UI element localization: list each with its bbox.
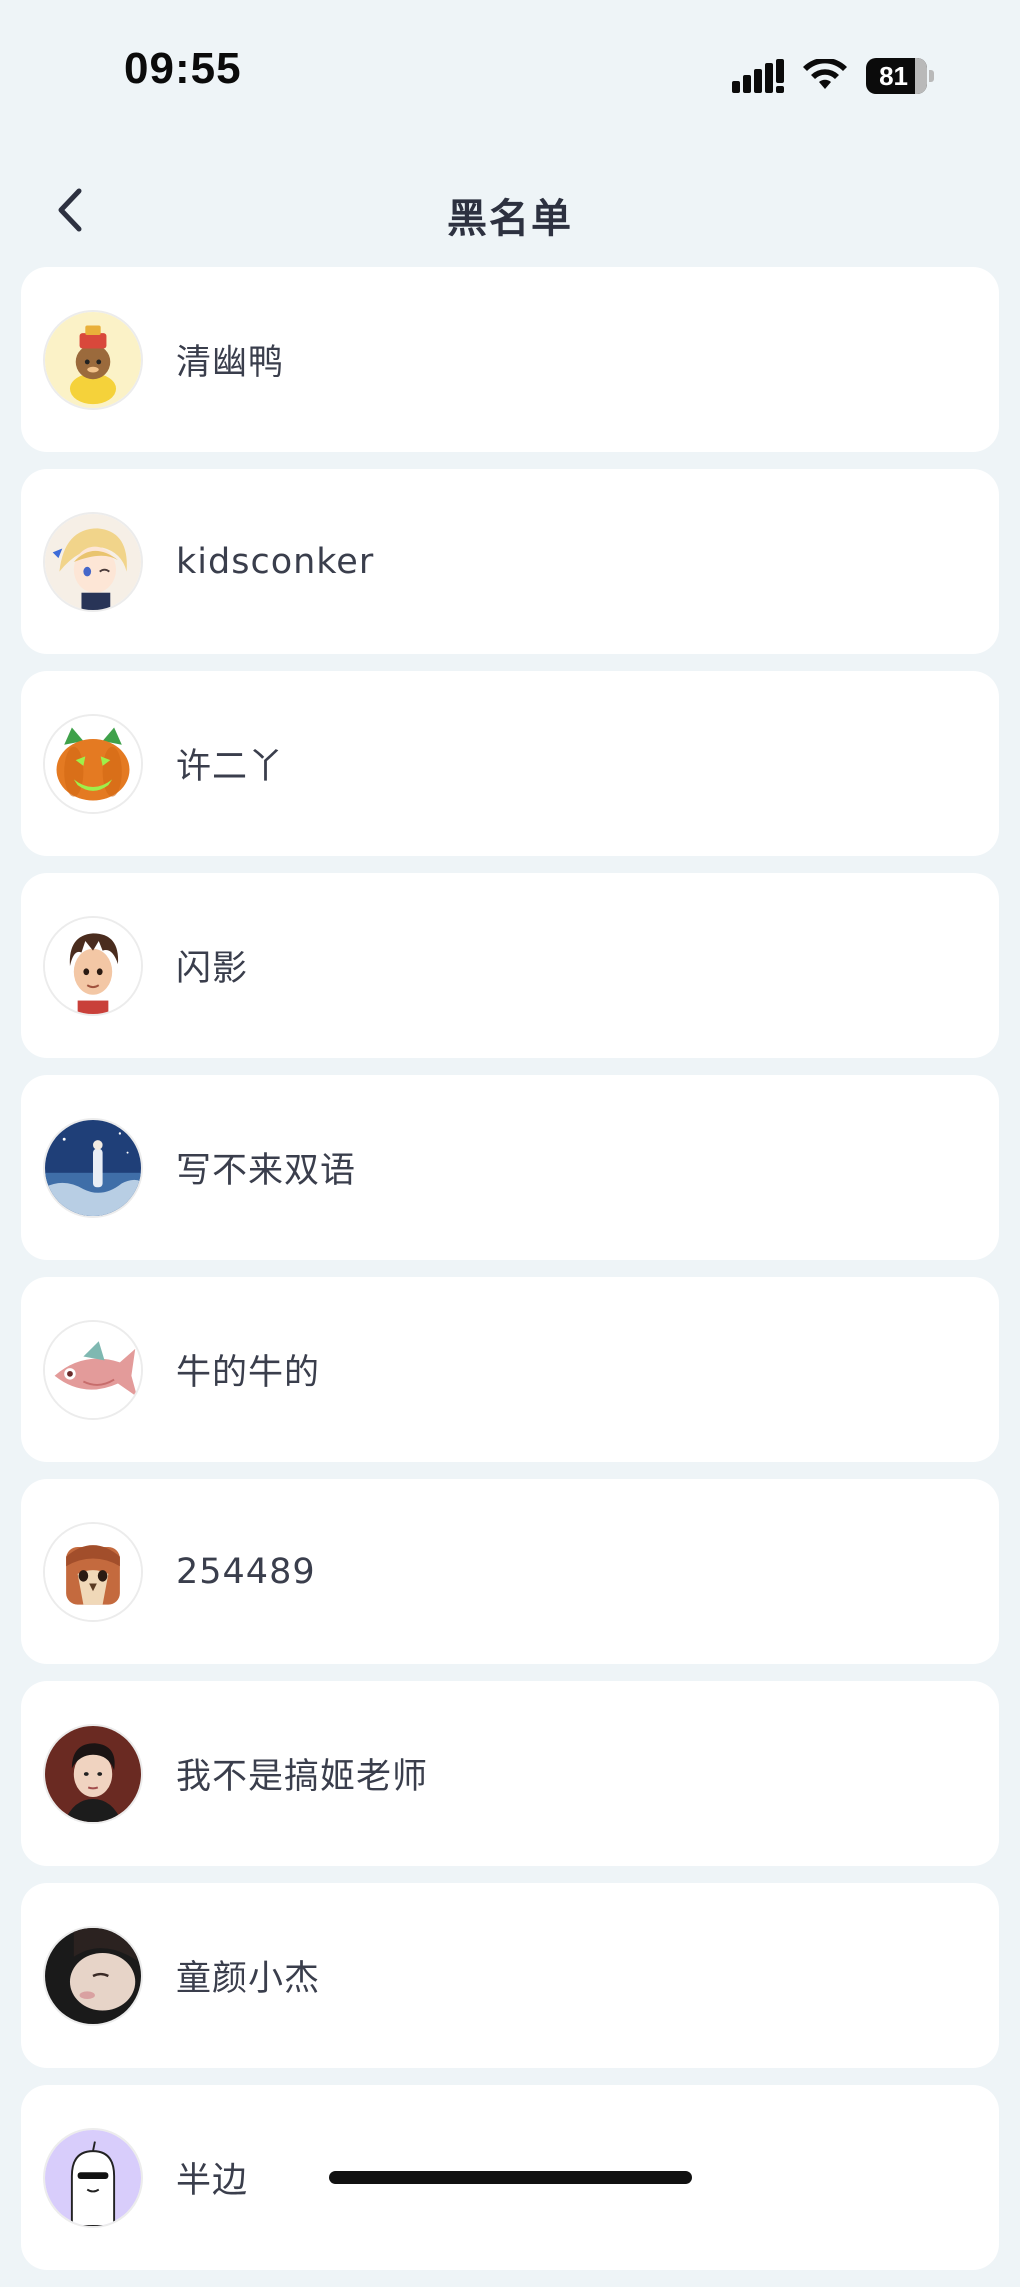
list-item[interactable]: 我不是搞姬老师 bbox=[21, 1681, 999, 1866]
user-name: 童颜小杰 bbox=[176, 1959, 321, 1999]
list-item[interactable]: 254489 bbox=[21, 1479, 999, 1664]
list-item[interactable]: kidsconker bbox=[21, 469, 999, 654]
user-name: 半边 bbox=[176, 2161, 249, 2201]
avatar bbox=[43, 713, 143, 814]
avatar bbox=[43, 1117, 143, 1218]
avatar bbox=[43, 1925, 143, 2026]
night-sky-avatar bbox=[45, 1119, 141, 1216]
user-name: kidsconker bbox=[176, 541, 375, 582]
battery-icon: 81 bbox=[866, 58, 934, 94]
list-item[interactable]: 童颜小杰 bbox=[21, 1883, 999, 2068]
avatar bbox=[43, 2127, 143, 2228]
user-name: 闪影 bbox=[176, 949, 249, 989]
user-name: 清幽鸭 bbox=[176, 343, 285, 383]
home-indicator[interactable] bbox=[329, 2171, 692, 2184]
avatar bbox=[43, 511, 143, 612]
pumpkin-cat-avatar bbox=[45, 715, 141, 812]
avatar bbox=[43, 1521, 143, 1622]
status-time: 09:55 bbox=[124, 44, 242, 93]
status-bar: 09:55 81 bbox=[0, 0, 1020, 140]
anime-girl-avatar bbox=[45, 513, 141, 610]
cartoon-duck-avatar bbox=[45, 311, 141, 408]
fish-avatar bbox=[45, 1321, 141, 1418]
user-name: 我不是搞姬老师 bbox=[176, 1757, 429, 1797]
avatar bbox=[43, 1319, 143, 1420]
user-name: 254489 bbox=[176, 1551, 316, 1592]
blacklist: 清幽鸭 kidsconker 许二丫 闪影 写不来双语 牛的牛的 254489 … bbox=[21, 267, 999, 2287]
ghost-sunglasses-avatar bbox=[45, 2129, 141, 2226]
nav-bar: 黑名单 bbox=[0, 160, 1020, 260]
user-name: 牛的牛的 bbox=[176, 1353, 321, 1393]
wifi-icon bbox=[803, 59, 847, 89]
user-name: 许二丫 bbox=[176, 747, 285, 787]
avatar bbox=[43, 309, 143, 410]
signal-icon bbox=[732, 59, 784, 93]
3d-boy-avatar bbox=[45, 917, 141, 1014]
list-item[interactable]: 清幽鸭 bbox=[21, 267, 999, 452]
list-item[interactable]: 闪影 bbox=[21, 873, 999, 1058]
list-item[interactable]: 许二丫 bbox=[21, 671, 999, 856]
list-item[interactable]: 牛的牛的 bbox=[21, 1277, 999, 1462]
avatar bbox=[43, 915, 143, 1016]
page-title: 黑名单 bbox=[447, 197, 573, 241]
avatar bbox=[43, 1723, 143, 1824]
battery-percent: 81 bbox=[879, 60, 908, 91]
list-item[interactable]: 写不来双语 bbox=[21, 1075, 999, 1260]
user-name: 写不来双语 bbox=[176, 1151, 357, 1191]
owl-avatar bbox=[45, 1523, 141, 1620]
photo-avatar bbox=[45, 1927, 141, 2024]
status-icons: 81 bbox=[732, 56, 934, 96]
portrait-avatar bbox=[45, 1725, 141, 1822]
